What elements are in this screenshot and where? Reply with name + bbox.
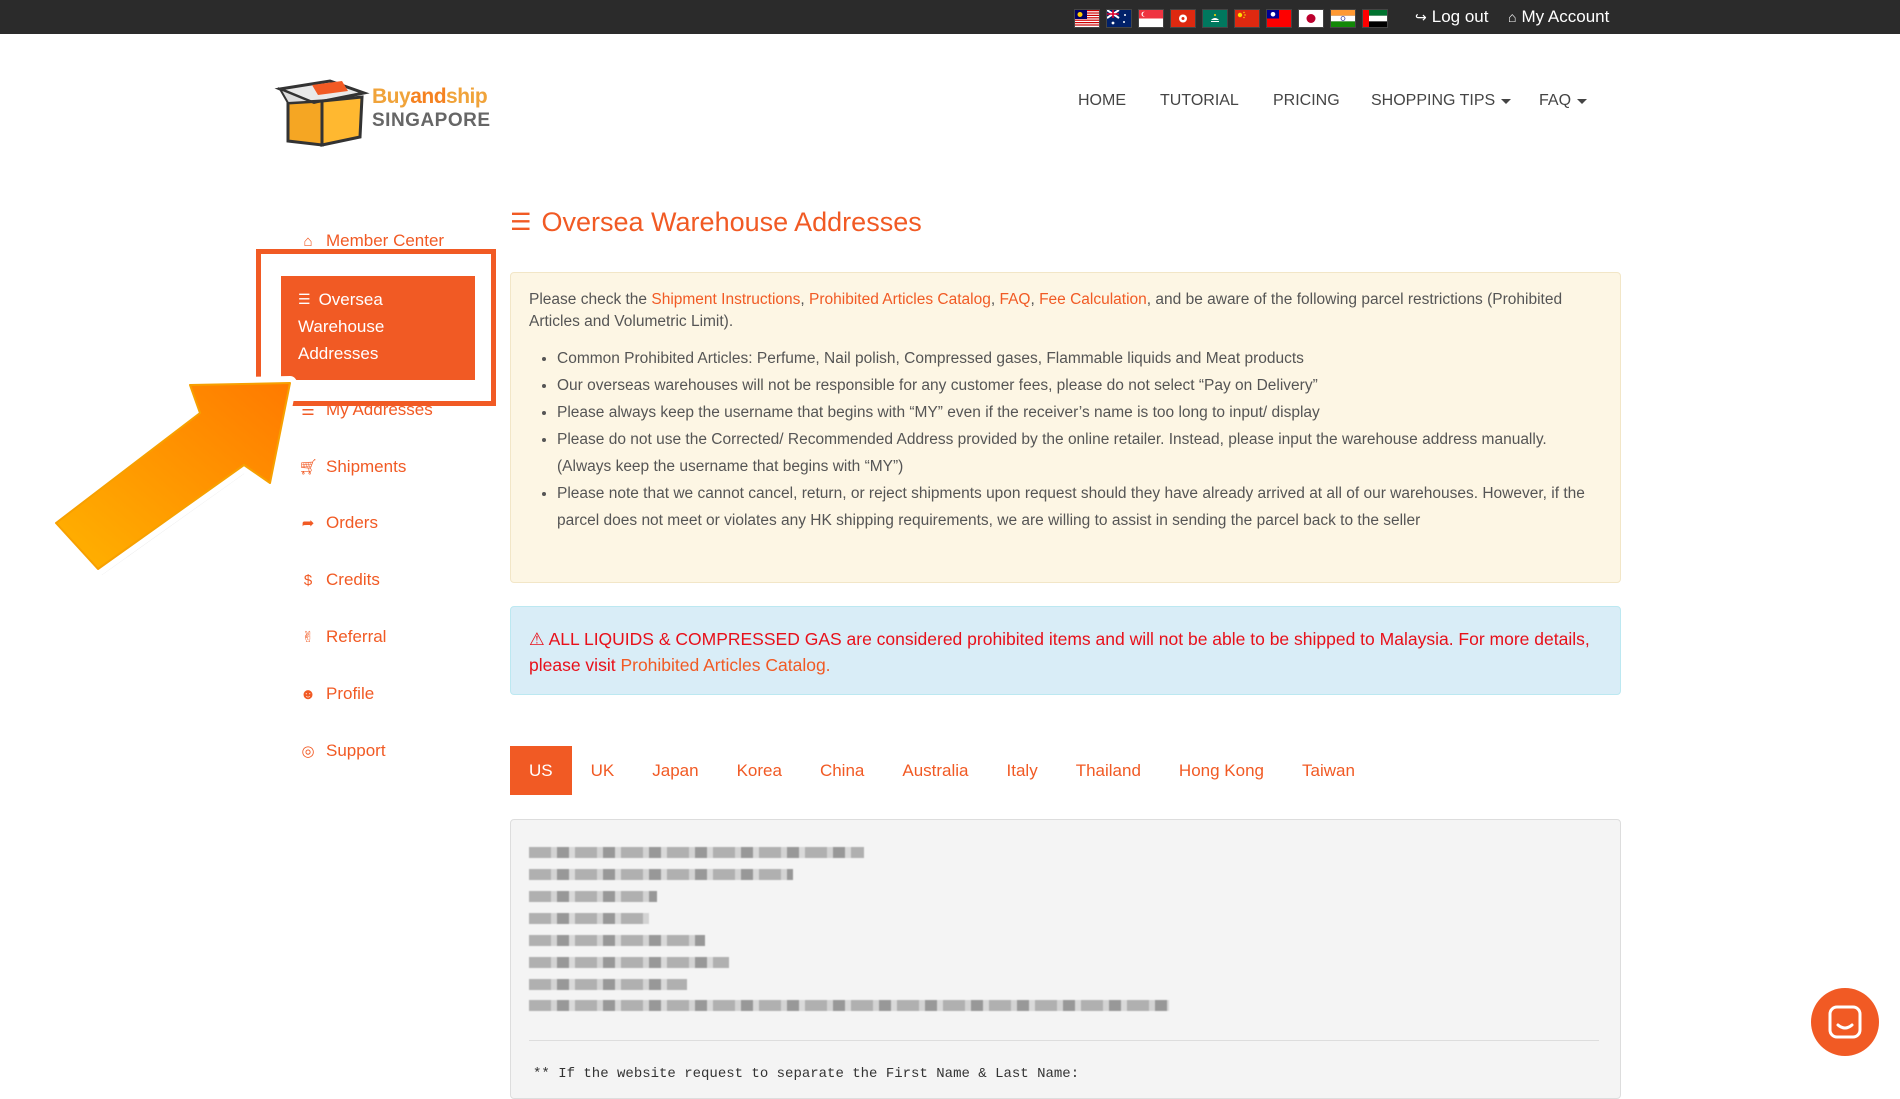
tab-korea[interactable]: Korea [718, 746, 801, 795]
nav-shopping-tips[interactable]: SHOPPING TIPS [1371, 92, 1512, 110]
chevron-down-icon [1577, 98, 1588, 104]
china-flag-icon[interactable] [1235, 10, 1259, 27]
malaysia-flag-icon[interactable] [1075, 10, 1099, 27]
pointer-arrow-icon [50, 376, 297, 575]
japan-flag-icon[interactable] [1299, 10, 1323, 27]
region-flags [1075, 10, 1387, 27]
singapore-flag-icon[interactable] [1139, 10, 1163, 27]
fee-calculation-link[interactable]: Fee Calculation [1039, 291, 1147, 308]
list-icon: ☰ [510, 209, 532, 236]
list-item: Please do not use the Corrected/ Recomme… [557, 426, 1602, 480]
shipment-instructions-link[interactable]: Shipment Instructions [651, 291, 800, 308]
liquids-alert: ⚠︎ ALL LIQUIDS & COMPRESSED GAS are cons… [510, 606, 1621, 695]
blurred-address-line [529, 935, 705, 946]
sidebar-item-referral[interactable]: ✌︎ Referral [300, 627, 387, 647]
tab-us[interactable]: US [510, 746, 572, 795]
chat-button[interactable] [1811, 988, 1879, 1056]
blurred-address-line [529, 1000, 1169, 1011]
tab-taiwan[interactable]: Taiwan [1283, 746, 1374, 795]
user-icon: ☻ [300, 685, 316, 703]
tab-italy[interactable]: Italy [988, 746, 1057, 795]
logo-brand[interactable]: Buyandship [372, 85, 488, 109]
lifebuoy-icon: ◎ [301, 743, 315, 760]
tab-uk[interactable]: UK [572, 746, 634, 795]
logo-box-icon[interactable] [272, 75, 372, 147]
blurred-address-line [529, 979, 687, 990]
divider [529, 1040, 1599, 1041]
logout-link[interactable]: ↪ Log out [1415, 7, 1488, 27]
restrictions-notice: Please check the Shipment Instructions, … [510, 272, 1621, 583]
thumbs-up-icon: ✌︎ [301, 629, 315, 646]
blurred-address-line [529, 913, 649, 924]
list-item: Common Prohibited Articles: Perfume, Nai… [557, 345, 1602, 372]
logout-label: Log out [1431, 7, 1489, 26]
warning-icon: ⚠︎ [529, 629, 545, 649]
blurred-address-line [529, 847, 864, 858]
list-item: Our overseas warehouses will not be resp… [557, 372, 1602, 399]
faq-link[interactable]: FAQ [999, 291, 1030, 308]
hong-kong-flag-icon[interactable] [1171, 10, 1195, 27]
blurred-address-line [529, 957, 729, 968]
australia-flag-icon[interactable] [1107, 10, 1131, 27]
restriction-list: Common Prohibited Articles: Perfume, Nai… [529, 345, 1602, 534]
home-icon: ⌂ [1508, 9, 1517, 25]
list-item: Please always keep the username that beg… [557, 399, 1602, 426]
tab-australia[interactable]: Australia [883, 746, 987, 795]
my-account-label: My Account [1521, 7, 1610, 26]
india-flag-icon[interactable] [1331, 10, 1355, 27]
chat-icon [1828, 1005, 1862, 1039]
tab-japan[interactable]: Japan [633, 746, 717, 795]
chevron-down-icon [1501, 98, 1512, 104]
prohibited-catalog-alert-link[interactable]: Prohibited Articles Catalog. [620, 655, 830, 675]
blurred-address-line [529, 869, 793, 880]
my-account-link[interactable]: ⌂ My Account [1508, 7, 1609, 27]
sidebar-item-orders[interactable]: ➦ Orders [300, 513, 378, 533]
tab-china[interactable]: China [801, 746, 883, 795]
page-title: ☰ Oversea Warehouse Addresses [510, 207, 922, 237]
sidebar-item-shipments[interactable]: 🛒︎ Shipments [298, 457, 406, 477]
list-item: Please note that we cannot cancel, retur… [557, 480, 1602, 534]
tab-hong-kong[interactable]: Hong Kong [1160, 746, 1283, 795]
home-icon: ⌂ [303, 232, 313, 250]
prohibited-catalog-link[interactable]: Prohibited Articles Catalog [809, 291, 991, 308]
uae-flag-icon[interactable] [1363, 10, 1387, 27]
sidebar-item-credits[interactable]: $ Credits [300, 570, 380, 590]
blurred-address-line [529, 891, 657, 902]
macau-flag-icon[interactable] [1203, 10, 1227, 27]
sidebar-item-profile[interactable]: ☻ Profile [300, 684, 374, 704]
nav-tutorial[interactable]: TUTORIAL [1160, 92, 1239, 110]
top-bar: ↪ Log out ⌂ My Account [0, 0, 1900, 34]
name-format-note: ** If the website request to separate th… [533, 1066, 1080, 1082]
sidebar-item-support[interactable]: ◎ Support [300, 741, 385, 761]
logout-icon: ↪ [1415, 8, 1427, 25]
warehouse-country-tabs: US UK Japan Korea China Australia Italy … [510, 746, 1374, 795]
nav-home[interactable]: HOME [1078, 92, 1126, 110]
sidebar-item-member-center[interactable]: ⌂ Member Center [300, 231, 444, 251]
nav-faq[interactable]: FAQ [1539, 92, 1588, 110]
warehouse-address-panel[interactable]: ** If the website request to separate th… [510, 819, 1621, 1099]
logo-region: SINGAPORE [372, 110, 491, 131]
nav-pricing[interactable]: PRICING [1273, 92, 1340, 110]
notice-intro: Please check the Shipment Instructions, … [529, 291, 1563, 330]
tab-thailand[interactable]: Thailand [1057, 746, 1160, 795]
taiwan-flag-icon[interactable] [1267, 10, 1291, 27]
